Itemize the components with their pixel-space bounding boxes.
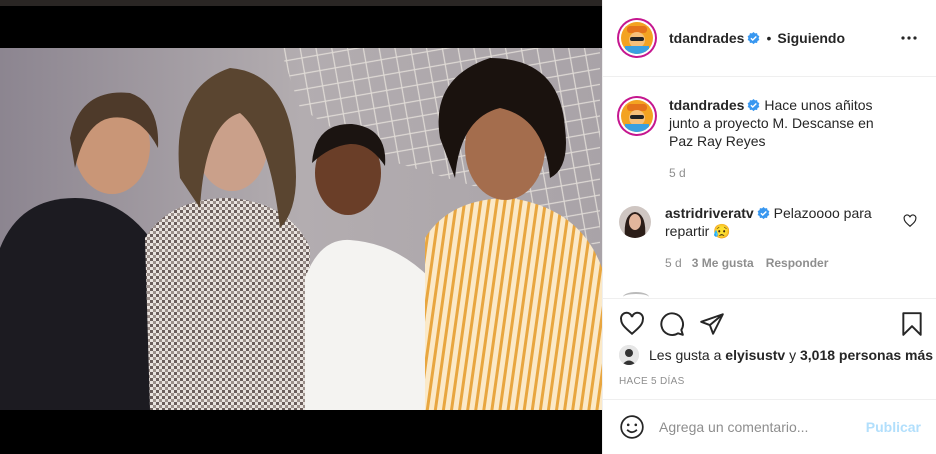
comment-author-avatar[interactable] <box>619 206 651 238</box>
caption-body: tdandrades Hace unos añitos junto a proy… <box>669 96 899 182</box>
add-comment-bar: Publicar <box>603 399 936 454</box>
post-header: tdandrades • Siguiendo <box>603 0 936 77</box>
post-actions <box>603 298 936 348</box>
verified-badge-icon <box>757 207 770 220</box>
comment-author-avatar-image <box>619 206 651 238</box>
author-avatar-image <box>621 22 653 54</box>
caption-age[interactable]: 5 d <box>669 166 686 180</box>
comment-input[interactable] <box>659 419 859 435</box>
post-media[interactable] <box>0 0 602 454</box>
likes-others-count[interactable]: 3,018 personas más <box>800 347 933 363</box>
author-username[interactable]: tdandrades <box>669 30 744 46</box>
bookmark-icon[interactable] <box>899 311 925 337</box>
caption-author-username[interactable]: tdandrades <box>669 97 744 113</box>
likes-prefix: Les gusta a <box>649 347 722 363</box>
follow-state-button[interactable]: Siguiendo <box>777 30 845 46</box>
caption-author-avatar-image <box>621 100 653 132</box>
comment-author-username[interactable]: astridriveratv <box>665 205 754 221</box>
reply-button[interactable]: Responder <box>766 256 829 270</box>
smiley-icon[interactable] <box>619 414 645 440</box>
verified-badge-icon <box>748 31 760 44</box>
comments-list[interactable]: tdandrades Hace unos añitos junto a proy… <box>603 78 936 297</box>
verified-badge-icon <box>748 99 760 112</box>
comment-bubble-icon[interactable] <box>659 311 685 337</box>
liker-avatar[interactable] <box>619 345 639 365</box>
liker-username[interactable]: elyisustv <box>725 347 785 363</box>
caption-author-avatar[interactable] <box>617 96 657 136</box>
comment-meta: 5 d 3 Me gusta Responder <box>665 254 895 272</box>
more-options-button[interactable] <box>897 26 921 50</box>
liker-avatar-image <box>619 345 639 365</box>
header-separator: • <box>766 30 772 46</box>
paper-plane-icon[interactable] <box>699 311 725 337</box>
comment-likes-count[interactable]: 3 Me gusta <box>692 256 754 270</box>
post-side-panel: tdandrades • Siguiendo tdandrades Hace u… <box>602 0 936 454</box>
previous-media-edge <box>0 0 602 6</box>
post-timestamp[interactable]: Hace 5 días <box>619 376 685 387</box>
comment-age[interactable]: 5 d <box>665 256 682 270</box>
comment-body: astridriveratv Pelazoooo para repartir 😥… <box>665 204 895 272</box>
caption: tdandrades Hace unos añitos junto a proy… <box>617 96 899 182</box>
publish-button[interactable]: Publicar <box>866 419 921 435</box>
heart-icon[interactable] <box>619 311 645 337</box>
likes-summary: Les gusta a elyisustv y 3,018 personas m… <box>619 345 933 365</box>
more-options-icon <box>901 36 917 40</box>
comment-like-heart-icon[interactable] <box>903 214 917 228</box>
author-avatar[interactable] <box>617 18 657 58</box>
next-comment-avatar-partial <box>623 292 649 297</box>
likes-connector: y <box>789 347 797 363</box>
caption-meta: 5 d <box>669 164 899 182</box>
post-photo <box>0 48 602 410</box>
comment-item: astridriveratv Pelazoooo para repartir 😥… <box>617 204 895 272</box>
